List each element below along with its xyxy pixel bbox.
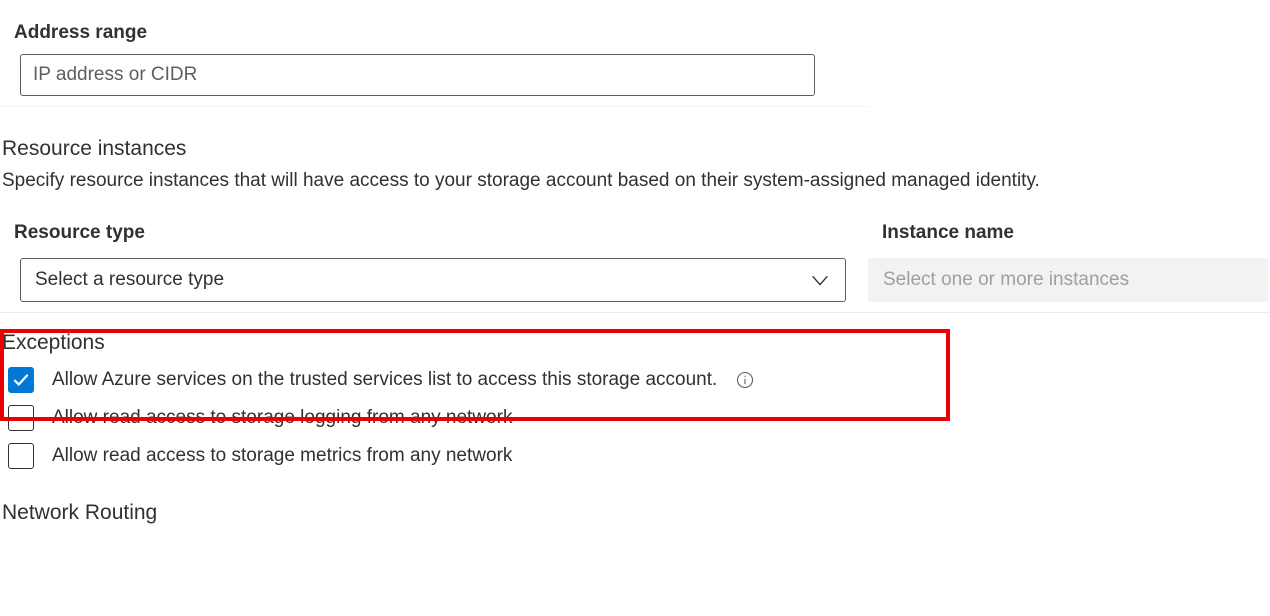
instance-name-placeholder: Select one or more instances xyxy=(883,269,1129,291)
exceptions-title: Exceptions xyxy=(2,331,1270,355)
exception-row-trusted-services[interactable]: Allow Azure services on the trusted serv… xyxy=(0,361,1270,399)
info-icon[interactable] xyxy=(735,370,755,390)
checkbox-metrics[interactable] xyxy=(8,443,34,469)
network-routing-title: Network Routing xyxy=(2,501,1270,525)
resource-type-select[interactable]: Select a resource type xyxy=(20,258,846,302)
instance-name-label: Instance name xyxy=(868,214,1270,258)
checkbox-logging[interactable] xyxy=(8,405,34,431)
exception-row-logging[interactable]: Allow read access to storage logging fro… xyxy=(0,399,1270,437)
resource-instances-title: Resource instances xyxy=(2,137,1270,161)
resource-type-placeholder: Select a resource type xyxy=(35,269,224,291)
check-icon xyxy=(12,371,30,389)
resource-instances-desc: Specify resource instances that will hav… xyxy=(2,167,1270,196)
exception-label-metrics: Allow read access to storage metrics fro… xyxy=(52,445,512,467)
exception-label-logging: Allow read access to storage logging fro… xyxy=(52,407,512,429)
chevron-down-icon xyxy=(809,269,831,291)
address-range-label: Address range xyxy=(0,0,1270,54)
resource-type-label: Resource type xyxy=(0,214,848,258)
checkbox-trusted-services[interactable] xyxy=(8,367,34,393)
instance-name-select[interactable]: Select one or more instances xyxy=(868,258,1268,302)
address-range-input[interactable] xyxy=(20,54,815,96)
exception-row-metrics[interactable]: Allow read access to storage metrics fro… xyxy=(0,437,1270,475)
exception-label-trusted-services: Allow Azure services on the trusted serv… xyxy=(52,369,717,391)
